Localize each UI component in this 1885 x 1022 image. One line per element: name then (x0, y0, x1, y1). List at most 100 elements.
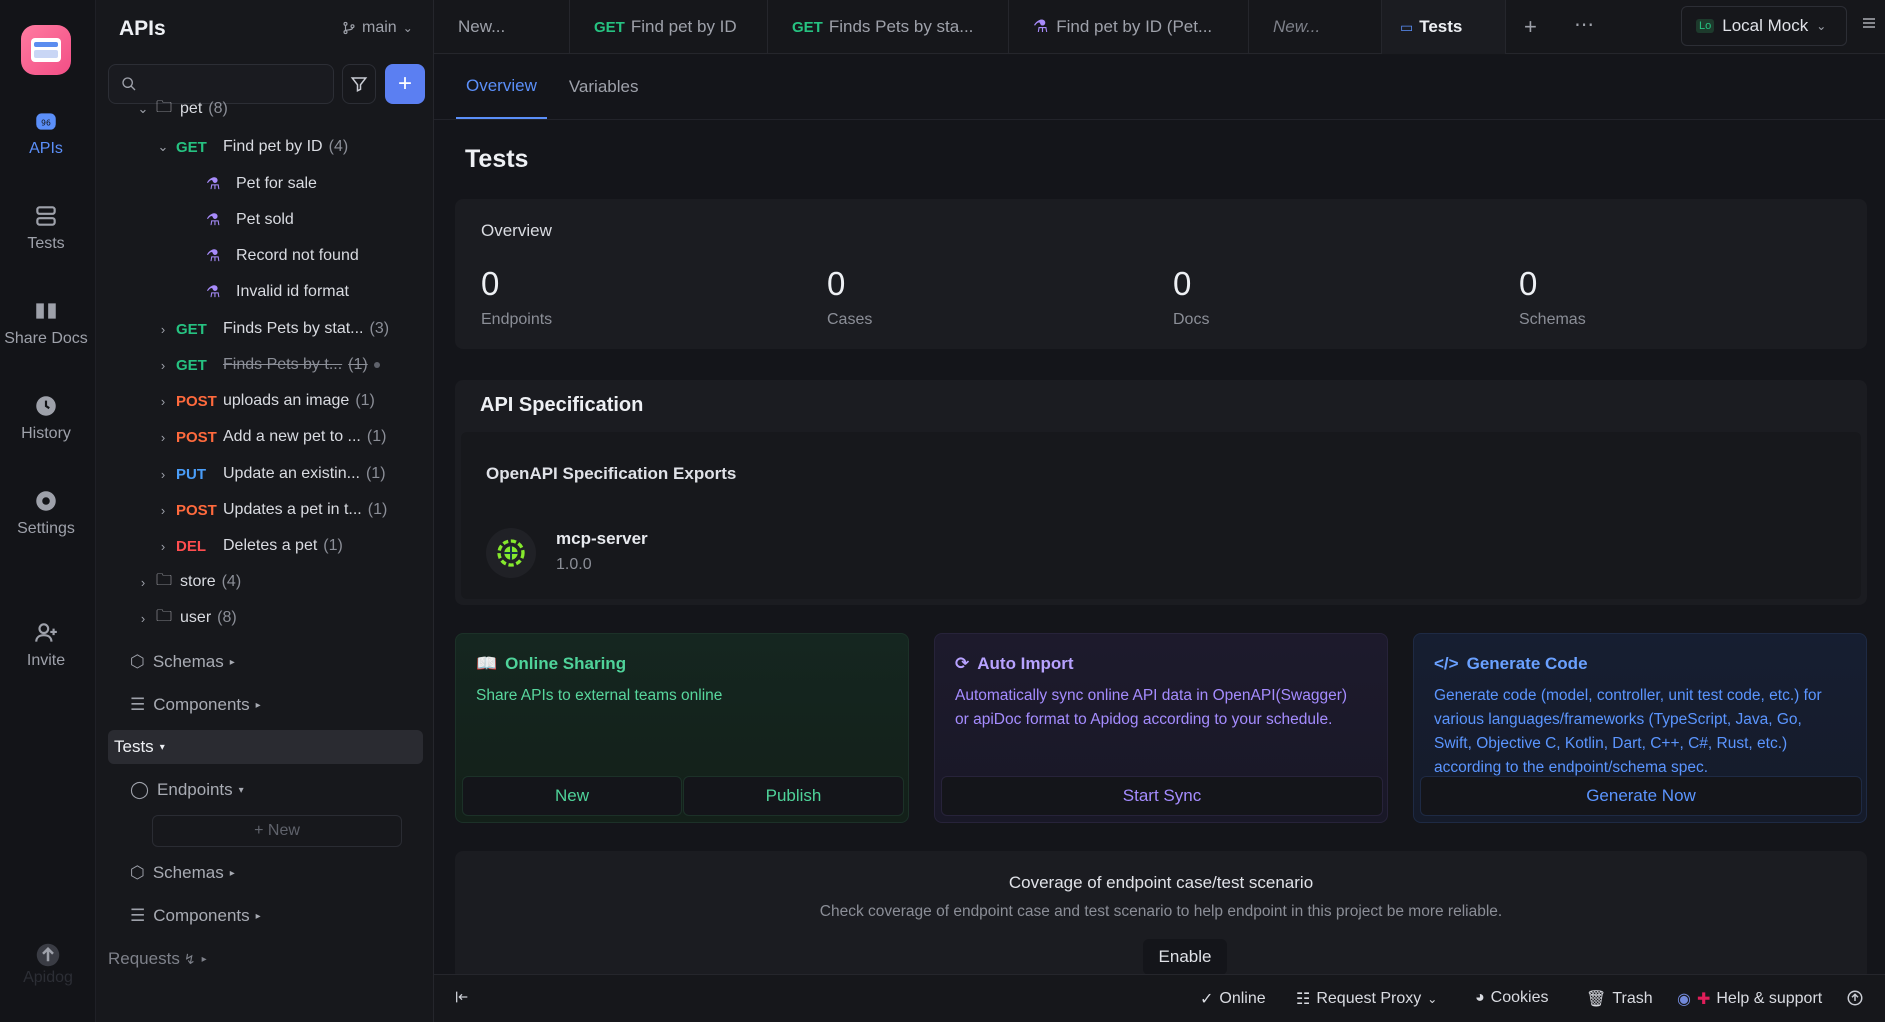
new-tab-button[interactable]: + (1524, 14, 1537, 40)
branch-selector[interactable]: main ⌄ (342, 19, 413, 37)
share-docs-icon (36, 303, 56, 319)
sidebar-tests-components[interactable]: ☰ Components ▸ (108, 899, 423, 933)
feature-title: Auto Import (977, 654, 1074, 673)
endpoint-find-pet-by-id[interactable]: ⌄ GET Find pet by ID (4) (108, 130, 423, 164)
lightning-icon: ↯ (183, 950, 196, 967)
caret-icon: ▸ (255, 910, 261, 922)
chevron-down-icon: ⌄ (402, 21, 413, 35)
tab-finds-pets[interactable]: GET Finds Pets by sta... (768, 0, 1009, 54)
case-item[interactable]: ⚗ Invalid id format (108, 275, 423, 309)
new-test-button[interactable]: + New (152, 815, 402, 847)
endpoint-item[interactable]: › PUT Update an existin... (1) (108, 457, 423, 491)
endpoint-item[interactable]: › POST Updates a pet in t... (1) (108, 493, 423, 527)
endpoint-item[interactable]: › POST Add a new pet to ... (1) (108, 420, 423, 454)
tab-new-1[interactable]: New... (434, 0, 570, 54)
folder-user[interactable]: › 🗀 user (8) (108, 601, 423, 635)
trash-icon: 🗑 (1586, 991, 1607, 1008)
app-logo (21, 25, 71, 75)
endpoint-item[interactable]: › DEL Deletes a pet (1) (108, 529, 423, 563)
rail-item-settings[interactable]: Settings (0, 488, 92, 538)
sharing-new-button[interactable]: New (462, 776, 682, 816)
folder-store[interactable]: › 🗀 store (4) (108, 565, 423, 599)
section-label: Components (153, 906, 250, 925)
start-sync-button[interactable]: Start Sync (941, 776, 1383, 816)
sidebar-requests[interactable]: Requests ↯ ▸ (108, 942, 423, 976)
tab-label: Find pet by ID (630, 17, 737, 36)
collapse-sidebar-button[interactable] (454, 989, 470, 1005)
tab-find-pet-by-id[interactable]: GET Find pet by ID (570, 0, 768, 54)
tab-find-pet-case[interactable]: ⚗ Find pet by ID (Pet... (1009, 0, 1249, 54)
sidebar-title: APIs (119, 17, 166, 40)
sidebar-tests-endpoints[interactable]: ◯ Endpoints ▾ (108, 773, 423, 807)
more-tabs-button[interactable]: ⋯ (1574, 12, 1594, 37)
folder-label: user (180, 609, 212, 626)
chevron-right-icon: › (160, 502, 166, 518)
export-version: 1.0.0 (556, 556, 592, 573)
subtab-overview[interactable]: Overview (456, 55, 547, 119)
chevron-right-icon: › (160, 429, 166, 445)
chevron-right-icon: › (140, 610, 146, 626)
subtab-variables[interactable]: Variables (559, 55, 649, 119)
stat-label: Docs (1173, 311, 1210, 328)
spec-exports-panel: OpenAPI Specification Exports mcp-server… (461, 432, 1861, 599)
sharing-publish-button[interactable]: Publish (683, 776, 904, 816)
help-support-button[interactable]: ◉ ✚ Help & support (1677, 989, 1822, 1009)
rail-label: History (21, 425, 71, 442)
endpoint-label: uploads an image (223, 392, 350, 409)
branch-icon (343, 21, 355, 35)
coverage-desc: Check coverage of endpoint case and test… (819, 903, 1503, 920)
cube-icon: ⬡ (130, 863, 145, 882)
stat-value: 0 (481, 265, 500, 302)
cookies-button[interactable]: ◕ Cookies (1475, 989, 1548, 1007)
endpoint-label: Finds Pets by t... (223, 356, 343, 373)
sidebar-components[interactable]: ☰ Components ▸ (108, 688, 423, 722)
folder-pet[interactable]: ⌄ 🗀 pet (8) (108, 92, 423, 126)
tab-tests[interactable]: ▭ Tests (1382, 0, 1506, 54)
case-label: Invalid id format (236, 283, 349, 300)
rail-item-invite[interactable]: Invite (0, 620, 92, 670)
overview-card: Overview 0 Endpoints 0 Cases 0 Docs 0 Sc… (455, 199, 1867, 349)
openapi-icon[interactable] (486, 528, 536, 578)
case-item[interactable]: ⚗ Record not found (108, 239, 423, 273)
request-proxy-selector[interactable]: ☷ Request Proxy ⌄ (1296, 989, 1437, 1009)
page-title: Tests (465, 145, 529, 173)
sidebar-tests-schemas[interactable]: ⬡ Schemas ▸ (108, 856, 423, 890)
online-status[interactable]: ✓ Online (1200, 989, 1266, 1009)
generate-header: </> Generate Code (1434, 654, 1588, 674)
method-badge: GET (594, 18, 625, 36)
menu-icon[interactable] (1861, 15, 1877, 36)
sidebar-schemas[interactable]: ⬡ Schemas ▸ (108, 645, 423, 679)
chevron-right-icon: › (160, 321, 166, 337)
endpoint-item[interactable]: › POST uploads an image (1) (108, 384, 423, 418)
upload-status-icon[interactable] (1846, 989, 1864, 1007)
case-item[interactable]: ⚗ Pet for sale (108, 167, 423, 201)
endpoint-item[interactable]: › GET Finds Pets by stat... (3) (108, 312, 423, 346)
generate-now-button[interactable]: Generate Now (1420, 776, 1862, 816)
case-item[interactable]: ⚗ Pet sold (108, 203, 423, 237)
environment-badge: Lo (1696, 19, 1715, 33)
section-label: Components (153, 695, 250, 714)
trash-button[interactable]: 🗑 Trash (1586, 989, 1653, 1009)
endpoint-item[interactable]: › GET Finds Pets by t... (1) (108, 348, 423, 382)
nav-rail: 96 APIs Tests Share Docs History Setting… (0, 0, 96, 1022)
feature-title: Online Sharing (505, 654, 627, 673)
feature-desc: Share APIs to external teams online (476, 687, 723, 704)
rail-item-tests[interactable]: Tests (0, 203, 92, 253)
tab-label: Find pet by ID (Pet... (1056, 17, 1213, 36)
method-badge: POST (176, 501, 217, 519)
environment-selector[interactable]: Lo Local Mock ⌄ (1681, 6, 1847, 46)
enable-button[interactable]: Enable (1143, 939, 1227, 975)
code-icon: </> (1434, 654, 1459, 673)
endpoint-count: (3) (369, 320, 390, 337)
caret-icon: ▸ (229, 867, 235, 879)
rail-item-share-docs[interactable]: Share Docs (0, 298, 92, 348)
caret-icon: ▾ (238, 784, 244, 796)
rail-item-history[interactable]: History (0, 393, 92, 443)
tab-new-2[interactable]: New... (1249, 0, 1382, 54)
export-name[interactable]: mcp-server (556, 529, 648, 549)
tab-label: Finds Pets by sta... (828, 17, 974, 36)
case-label: Pet for sale (236, 175, 317, 192)
import-header: ⟳ Auto Import (955, 654, 1074, 674)
rail-item-apis[interactable]: 96 APIs (0, 108, 92, 158)
sidebar-tests[interactable]: Tests ▾ (108, 730, 423, 764)
